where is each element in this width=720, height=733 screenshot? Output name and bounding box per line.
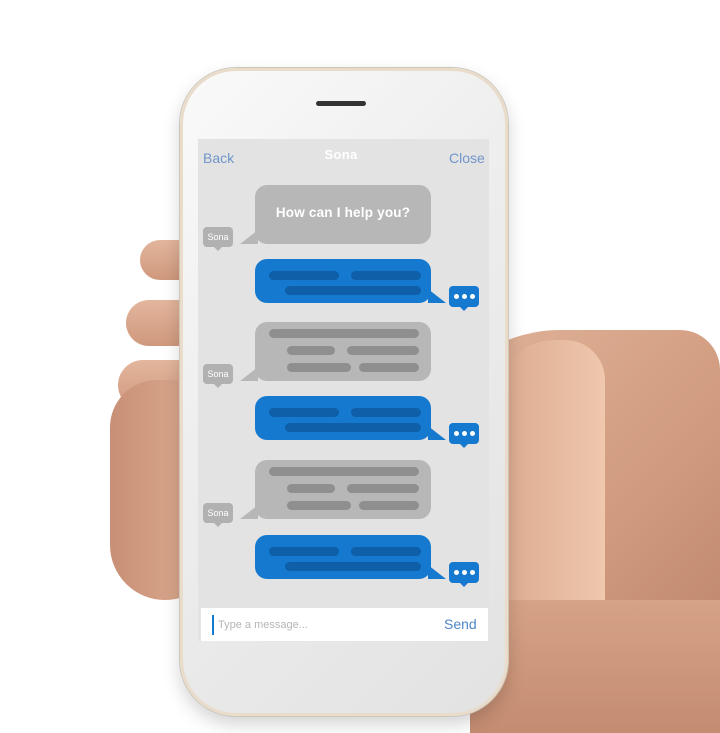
text-placeholder-line xyxy=(269,271,339,280)
text-placeholder-line xyxy=(269,329,419,338)
bot-avatar: Sona xyxy=(203,227,233,251)
text-placeholder-line xyxy=(269,467,419,476)
text-placeholder-line xyxy=(359,363,419,372)
bot-message-bubble xyxy=(255,460,431,519)
message-input[interactable] xyxy=(218,614,418,636)
text-placeholder-line xyxy=(351,547,421,556)
send-button[interactable]: Send xyxy=(444,616,477,632)
bubble-tail xyxy=(428,565,446,579)
text-placeholder-line xyxy=(269,408,339,417)
bubble-tail xyxy=(428,289,446,303)
text-placeholder-line xyxy=(285,286,421,295)
text-placeholder-line xyxy=(285,423,421,432)
bot-avatar-label: Sona xyxy=(207,508,229,518)
chat-title: Sona xyxy=(324,147,358,162)
text-placeholder-line xyxy=(351,408,421,417)
phone-speaker xyxy=(316,101,366,106)
text-placeholder-line xyxy=(287,501,351,510)
bot-avatar-label: Sona xyxy=(207,369,229,379)
text-placeholder-line xyxy=(347,346,419,355)
text-placeholder-line xyxy=(359,501,419,510)
typing-indicator-icon xyxy=(449,562,479,587)
typing-indicator-icon xyxy=(449,286,479,311)
back-button[interactable]: Back xyxy=(203,150,234,166)
bot-message-text: How can I help you? xyxy=(275,205,411,220)
typing-indicator-icon xyxy=(449,423,479,448)
bot-message-bubble xyxy=(255,322,431,381)
user-message-bubble xyxy=(255,396,431,440)
bubble-tail xyxy=(240,367,258,381)
user-message-bubble xyxy=(255,535,431,579)
photo-scene: Back Sona Close How can I help you? Sona… xyxy=(0,0,720,733)
bot-avatar: Sona xyxy=(203,364,233,388)
bubble-tail xyxy=(428,426,446,440)
close-button[interactable]: Close xyxy=(449,150,485,166)
text-placeholder-line xyxy=(285,562,421,571)
text-placeholder-line xyxy=(287,484,335,493)
bubble-tail xyxy=(240,230,258,244)
text-placeholder-line xyxy=(269,547,339,556)
text-placeholder-line xyxy=(287,346,335,355)
text-placeholder-line xyxy=(351,271,421,280)
user-message-bubble xyxy=(255,259,431,303)
bot-message-bubble: How can I help you? xyxy=(255,185,431,244)
text-placeholder-line xyxy=(347,484,419,493)
bot-avatar: Sona xyxy=(203,503,233,527)
text-placeholder-line xyxy=(287,363,351,372)
bot-avatar-label: Sona xyxy=(207,232,229,242)
bubble-tail xyxy=(240,505,258,519)
text-caret xyxy=(212,615,214,635)
